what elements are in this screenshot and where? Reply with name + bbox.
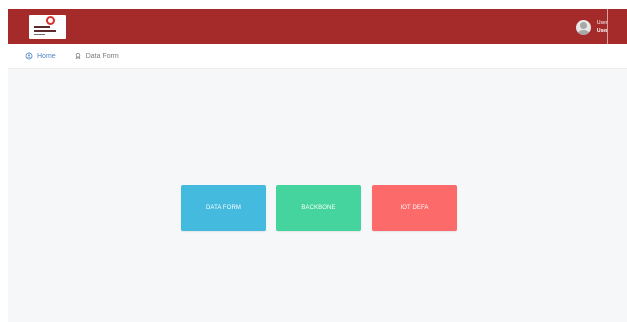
nav-data-form[interactable]: Data Form	[74, 52, 119, 60]
logo-text-line-1	[34, 26, 50, 28]
user-menu[interactable]: User User	[575, 16, 608, 38]
app-window: User User Home Data Form DATA FORM BACKB…	[0, 0, 627, 322]
iot-defa-card[interactable]: IOT DEFA	[372, 185, 457, 231]
nav-home-label: Home	[37, 52, 56, 60]
company-logo[interactable]	[29, 15, 66, 39]
dashboard-content: DATA FORM BACKBONE IOT DEFA	[8, 70, 627, 322]
backbone-card-label: BACKBONE	[301, 205, 336, 211]
iot-defa-card-label: IOT DEFA	[400, 205, 429, 211]
logo-text-line-3	[34, 34, 45, 35]
user-avatar-icon	[575, 19, 591, 35]
nav-home[interactable]: Home	[25, 52, 56, 60]
logo-mark-icon	[46, 16, 55, 25]
logo-text-line-2	[34, 30, 56, 32]
top-navigation: Home Data Form	[8, 44, 627, 69]
data-form-icon	[75, 53, 81, 60]
backbone-card[interactable]: BACKBONE	[276, 185, 361, 231]
nav-data-form-label: Data Form	[85, 52, 119, 60]
app-frame: User User Home Data Form DATA FORM BACKB…	[8, 9, 627, 322]
data-form-card-label: DATA FORM	[205, 205, 241, 211]
home-icon	[25, 52, 33, 60]
header-divider	[607, 9, 608, 44]
data-form-card[interactable]: DATA FORM	[181, 185, 266, 231]
top-header: User User	[8, 9, 627, 44]
